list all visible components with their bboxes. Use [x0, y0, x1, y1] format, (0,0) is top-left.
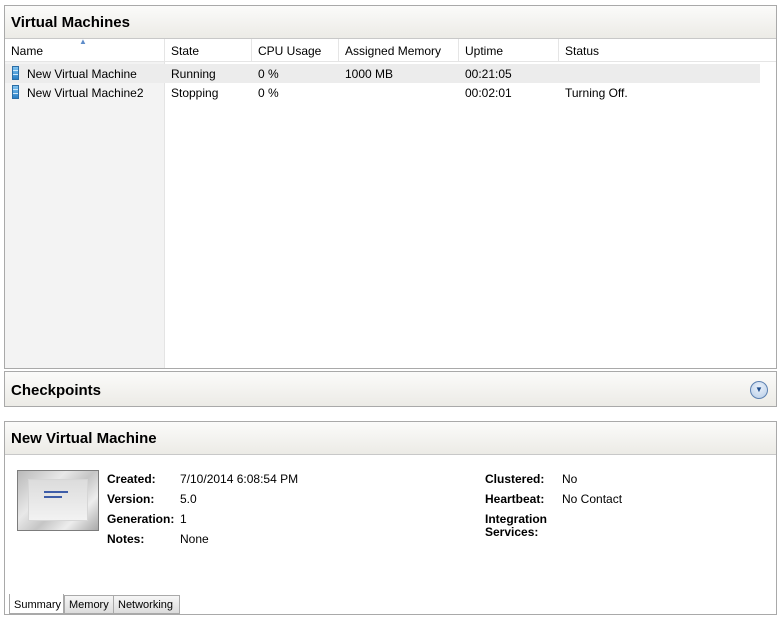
vm-state: Running: [171, 67, 216, 81]
version-label: Version:: [107, 492, 155, 506]
notes-label: Notes:: [107, 532, 145, 546]
notes-value: None: [180, 532, 209, 546]
column-header-name-label: Name: [11, 44, 44, 58]
vm-uptime: 00:02:01: [465, 86, 512, 100]
vm-thumbnail[interactable]: [17, 470, 99, 531]
checkpoints-title: Checkpoints: [5, 372, 776, 406]
vm-assigned-memory: 1000 MB: [345, 67, 394, 81]
vm-state: Stopping: [171, 86, 219, 100]
vm-summary-pane: Created: 7/10/2014 6:08:54 PM Version: 5…: [5, 455, 776, 593]
heartbeat-label: Heartbeat:: [485, 492, 545, 506]
virtual-machine-icon: [12, 85, 19, 99]
column-header-state[interactable]: State: [165, 39, 252, 62]
vm-details-panel: New Virtual Machine Created: 7/10/2014 6…: [4, 421, 777, 615]
vm-thumbnail-line: [44, 496, 62, 498]
table-row[interactable]: New Virtual Machine2 Stopping 0 % 00:02:…: [5, 83, 760, 102]
vm-cpu-usage: 0 %: [258, 86, 279, 100]
sort-ascending-icon: ▲: [79, 37, 87, 46]
generation-label: Generation:: [107, 512, 175, 526]
table-row[interactable]: New Virtual Machine Running 0 % 1000 MB …: [5, 64, 760, 83]
column-header-status[interactable]: Status: [559, 39, 776, 62]
created-label: Created:: [107, 472, 156, 486]
virtual-machine-icon: [12, 66, 19, 80]
virtual-machines-table[interactable]: Name ▲ State CPU Usage Assigned Memory U…: [5, 37, 776, 368]
vm-details-title: New Virtual Machine: [5, 422, 776, 455]
virtual-machines-panel: Virtual Machines Name ▲ State CPU Usage …: [4, 5, 777, 369]
checkpoints-panel: Checkpoints ▼: [4, 371, 777, 407]
column-header-row: Name ▲ State CPU Usage Assigned Memory U…: [5, 37, 776, 62]
tab-networking[interactable]: Networking: [113, 595, 180, 614]
tab-memory[interactable]: Memory: [64, 595, 114, 614]
created-value: 7/10/2014 6:08:54 PM: [180, 472, 299, 486]
vm-name: New Virtual Machine: [27, 67, 137, 81]
virtual-machines-title: Virtual Machines: [5, 6, 776, 39]
vm-name: New Virtual Machine2: [27, 86, 144, 100]
tab-summary[interactable]: Summary: [9, 594, 64, 614]
heartbeat-value: No Contact: [562, 492, 623, 506]
vm-status: Turning Off.: [565, 86, 628, 100]
clustered-label: Clustered:: [485, 472, 545, 486]
vm-thumbnail-line: [44, 491, 68, 493]
column-header-uptime[interactable]: Uptime: [459, 39, 559, 62]
clustered-value: No: [562, 472, 578, 486]
vm-uptime: 00:21:05: [465, 67, 512, 81]
vm-cpu-usage: 0 %: [258, 67, 279, 81]
integration-services-label-2: Services:: [485, 525, 539, 539]
column-header-cpu-usage[interactable]: CPU Usage: [252, 39, 339, 62]
column-header-name[interactable]: Name ▲: [5, 37, 165, 62]
column-header-assigned-memory[interactable]: Assigned Memory: [339, 39, 459, 62]
generation-value: 1: [180, 512, 187, 526]
integration-services-label: Integration: [485, 512, 547, 526]
version-value: 5.0: [180, 492, 197, 506]
vm-thumbnail-screen: [28, 479, 88, 521]
expand-chevron-icon[interactable]: ▼: [750, 381, 768, 399]
